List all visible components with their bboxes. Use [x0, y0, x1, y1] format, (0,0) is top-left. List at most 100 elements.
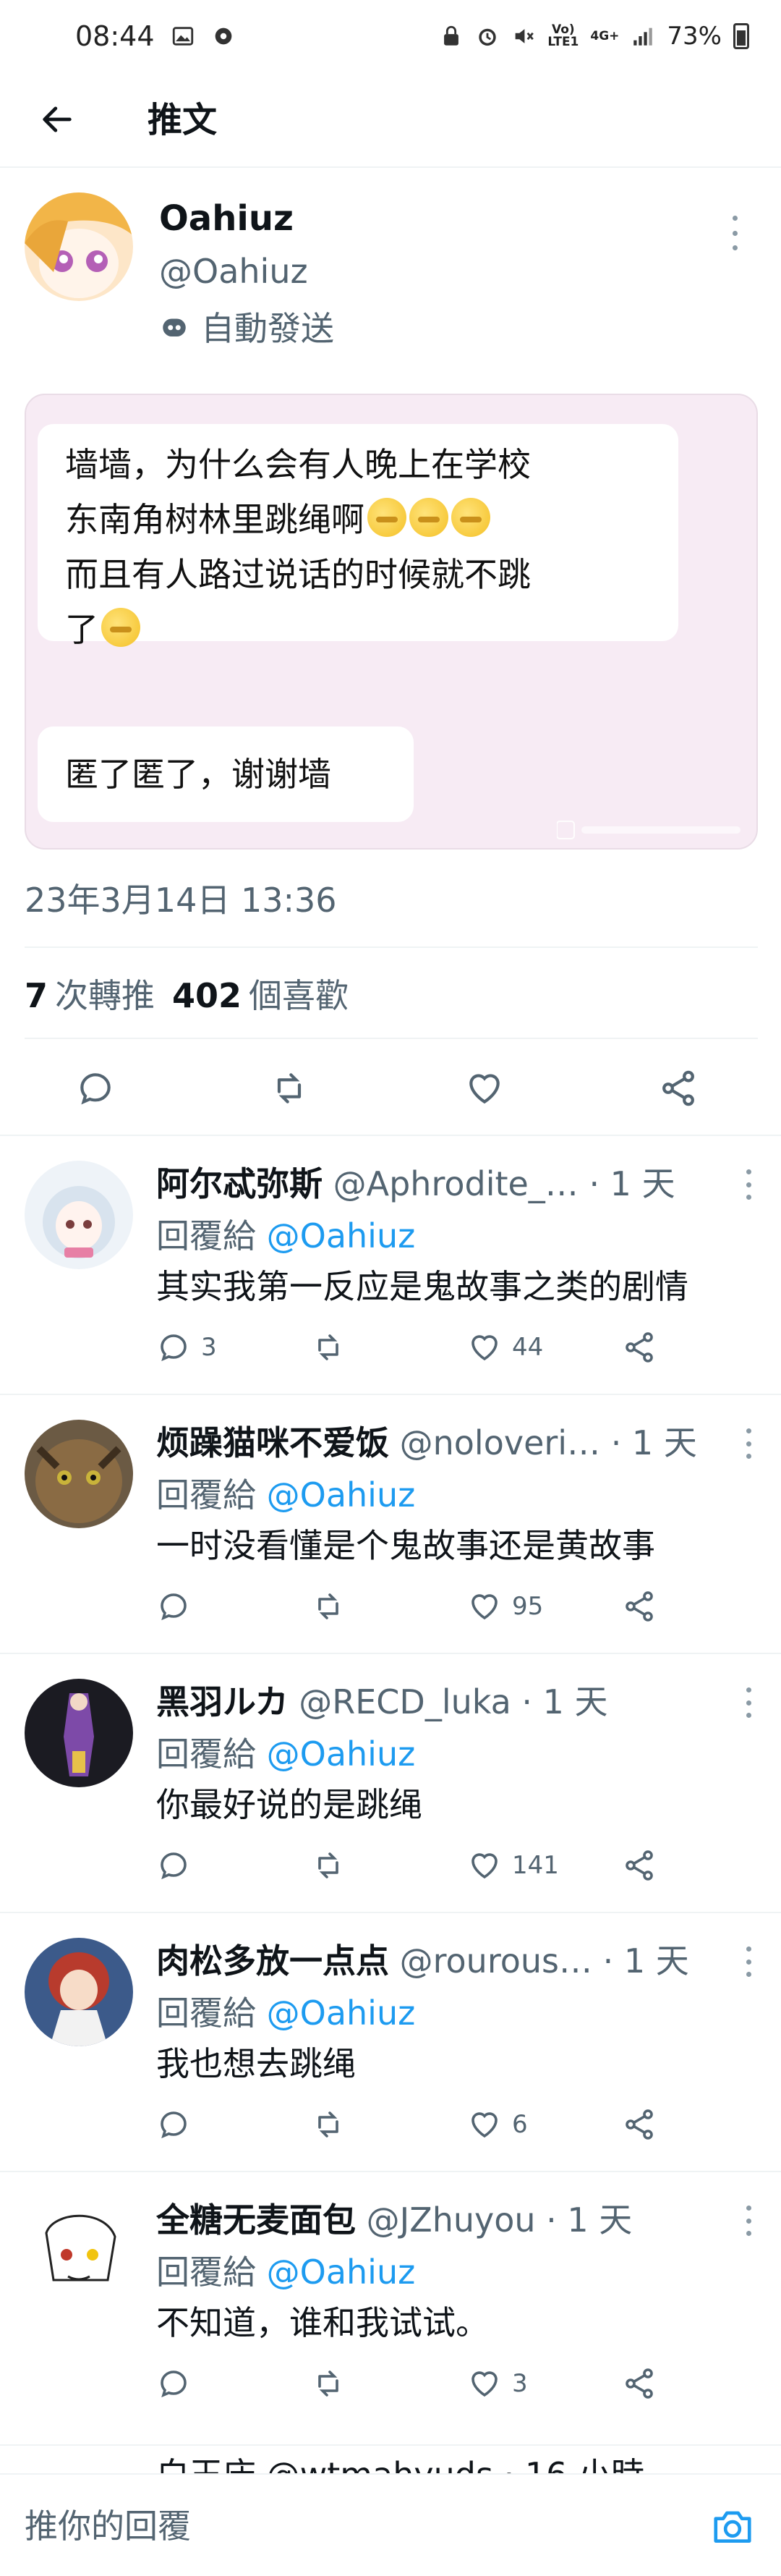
reply-avatar[interactable] [25, 1938, 133, 2046]
retweet-button[interactable] [268, 1067, 311, 1110]
share-icon [626, 2109, 653, 2140]
reply-button[interactable] [74, 1067, 117, 1110]
retweet-icon [318, 2111, 338, 2138]
reply-item[interactable]: 烦躁猫咪不爱饭 @noloveri… · 1 天 回覆給 @Oahiuz 一时没… [0, 1394, 781, 1653]
reply-author-name[interactable]: 全糖无麦面包 [156, 2200, 356, 2240]
tweet-actions [25, 1054, 758, 1119]
gallery-icon [172, 27, 193, 46]
reply-author-handle[interactable]: @JZhuyou [367, 2200, 536, 2240]
reply-author-handle[interactable]: @Aphrodite_… [333, 1164, 579, 1203]
author-avatar[interactable] [25, 192, 133, 301]
like-count: 95 [512, 1592, 544, 1621]
retweet-button[interactable] [311, 1844, 346, 1887]
share-icon [626, 1850, 653, 1881]
more-options-button[interactable] [738, 1166, 759, 1203]
sweat-emoji-icon [101, 608, 140, 647]
author-handle[interactable]: @Oahiuz [159, 252, 308, 291]
battery-percent: 73% [667, 22, 722, 51]
reply-input[interactable]: 推你的回覆 [25, 2475, 191, 2576]
mention-link[interactable]: @Oahiuz [267, 1734, 416, 1774]
retweet-button[interactable] [311, 1585, 346, 1628]
more-options-button[interactable] [738, 1944, 759, 1980]
mention-link[interactable]: @Oahiuz [267, 1475, 416, 1514]
like-button[interactable]: 44 [467, 1326, 543, 1369]
reply-author-name[interactable]: 阿尔忒弥斯 [156, 1164, 323, 1203]
more-options-button[interactable] [738, 1685, 759, 1721]
share-button[interactable] [622, 1585, 657, 1628]
reply-button[interactable]: 3 [156, 1326, 217, 1369]
arrow-left-icon [43, 106, 72, 132]
share-button[interactable] [622, 1844, 657, 1887]
reply-actions: 3 [156, 2362, 735, 2405]
share-button[interactable] [622, 2362, 657, 2405]
like-button[interactable] [463, 1067, 506, 1110]
retweet-button[interactable] [311, 2362, 346, 2405]
reply-button[interactable] [156, 1844, 201, 1887]
share-icon [662, 1070, 694, 1106]
reply-button[interactable] [156, 2103, 201, 2146]
reply-author-name[interactable]: 黑羽ルカ [156, 1682, 289, 1721]
like-button[interactable]: 141 [467, 1844, 559, 1887]
reply-author-handle[interactable]: @noloveri… [400, 1423, 600, 1462]
reply-header: 烦躁猫咪不爱饭 @noloveri… · 1 天 [156, 1417, 735, 1465]
mention-link[interactable]: @Oahiuz [267, 1994, 416, 2033]
author-name[interactable]: Oahiuz [159, 198, 294, 239]
signal-icon [633, 27, 653, 46]
battery-icon [733, 23, 749, 49]
reply-header: 肉松多放一点点 @rourous… · 1 天 [156, 1935, 735, 1983]
reply-author-handle[interactable]: @RECD_luka [299, 1682, 511, 1721]
more-options-button[interactable] [720, 211, 749, 255]
reply-button[interactable] [156, 1585, 201, 1628]
share-icon [626, 1332, 653, 1363]
retweet-icon [277, 1073, 302, 1103]
retweet-button[interactable] [311, 2103, 346, 2146]
heart-icon [471, 1335, 498, 1361]
like-stat[interactable]: 402 個喜歡 [172, 970, 349, 1017]
back-button[interactable] [32, 94, 82, 145]
reply-text: 我也想去跳绳 [156, 2044, 356, 2083]
share-button[interactable] [622, 1326, 657, 1369]
camera-button[interactable] [709, 2502, 756, 2550]
reply-author-name[interactable]: 烦躁猫咪不爱饭 [156, 1423, 389, 1462]
retweet-stat[interactable]: 7 次轉推 [25, 970, 155, 1017]
more-options-button[interactable] [738, 2203, 759, 2239]
reply-avatar[interactable] [25, 1420, 133, 1528]
reply-author-name[interactable]: 肉松多放一点点 [156, 1941, 389, 1980]
reply-button[interactable] [156, 2362, 201, 2405]
mention-link[interactable]: @Oahiuz [267, 1216, 416, 1255]
like-button[interactable]: 3 [467, 2362, 528, 2405]
reply-text: 你最好说的是跳绳 [156, 1785, 422, 1824]
network-generation: 4G+ [590, 28, 620, 43]
more-options-button[interactable] [738, 1425, 759, 1462]
sweat-emoji-icon [367, 498, 406, 537]
camera-icon [714, 2511, 751, 2543]
reply-text: 不知道，谁和我试试。 [156, 2303, 489, 2342]
app-header: 推文 [0, 72, 781, 168]
bot-icon [163, 318, 186, 336]
reply-avatar[interactable] [25, 2197, 133, 2305]
share-button[interactable] [657, 1067, 700, 1110]
reply-item[interactable]: 全糖无麦面包 @JZhuyou · 1 天 回覆給 @Oahiuz 不知道，谁和… [0, 2171, 781, 2430]
reply-icon [161, 2111, 187, 2139]
reply-actions: 3 44 [156, 1326, 735, 1369]
reply-avatar[interactable] [25, 1161, 133, 1269]
retweet-button[interactable] [311, 1326, 346, 1369]
reply-author-handle[interactable]: @rourous… [400, 1941, 592, 1980]
mention-link[interactable]: @Oahiuz [267, 2253, 416, 2292]
reply-text: 一时没看懂是个鬼故事还是黄故事 [156, 1526, 655, 1565]
replying-to: 回覆給 @Oahiuz [156, 1734, 416, 1774]
reply-item[interactable]: 肉松多放一点点 @rourous… · 1 天 回覆給 @Oahiuz 我也想去… [0, 1912, 781, 2171]
reply-time: · 1 天 [610, 1423, 697, 1462]
reply-time: · 1 天 [521, 1682, 608, 1721]
reply-avatar[interactable] [25, 1679, 133, 1787]
network-volte: Vo) LTE1 [547, 22, 579, 49]
reply-compose-bar: 推你的回覆 [0, 2473, 781, 2576]
share-button[interactable] [622, 2103, 657, 2146]
like-button[interactable]: 6 [467, 2103, 528, 2146]
anime-avatar-icon [25, 192, 133, 301]
like-button[interactable]: 95 [467, 1585, 543, 1628]
reply-item[interactable]: 黑羽ルカ @RECD_luka · 1 天 回覆給 @Oahiuz 你最好说的是… [0, 1653, 781, 1912]
sweat-emoji-icon [451, 498, 490, 537]
tweet-image[interactable]: 墙墙，为什么会有人晚上在学校 东南角树林里跳绳啊 而且有人路过说话的时候就不跳 … [25, 394, 758, 850]
reply-item[interactable]: 阿尔忒弥斯 @Aphrodite_… · 1 天 回覆給 @Oahiuz 其实我… [0, 1135, 781, 1394]
